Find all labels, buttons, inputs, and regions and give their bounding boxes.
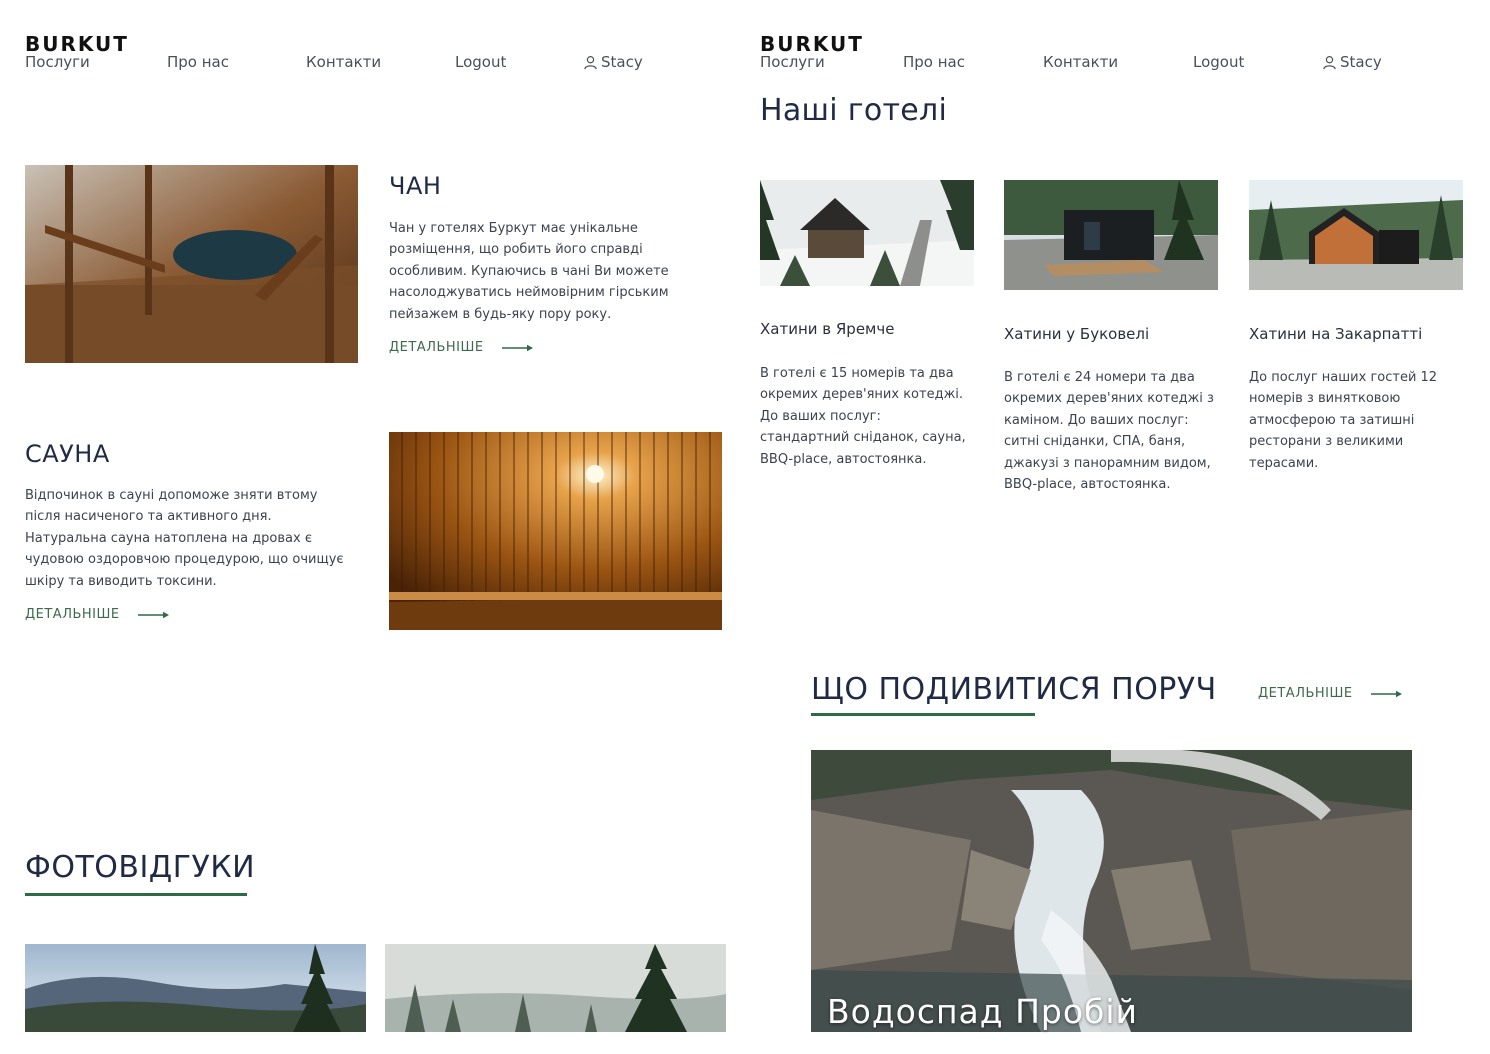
hotel-name-yaremche[interactable]: Хатини в Яремче [760,320,894,338]
logo-2[interactable]: BURKUT [760,34,864,54]
sauna-more-label: ДЕТАЛЬНІШЕ [25,607,120,622]
chan-more-label: ДЕТАЛЬНІШЕ [389,340,484,355]
user-name-2: Stacy [1340,53,1382,71]
arrow-right-icon [137,611,169,618]
hotel-text-bukovel: В готелі є 24 номери та два окремих дере… [1004,370,1214,493]
nav-contacts[interactable]: Контакти [306,53,381,71]
user-icon [584,55,597,69]
hotel-photo-yaremche[interactable] [760,180,974,286]
chan-more-link[interactable]: ДЕТАЛЬНІШЕ [389,340,534,355]
photo-reviews-underline [25,893,247,896]
nav-user-2[interactable]: Stacy [1322,53,1382,71]
review-photo-2[interactable] [385,944,726,1032]
nav-logout-2[interactable]: Logout [1193,53,1244,71]
hotel-photo-zakarpattia[interactable] [1249,180,1463,290]
hotel-name-zakarpattia[interactable]: Хатини на Закарпатті [1249,325,1422,343]
chan-title: ЧАН [389,172,442,200]
chan-text: Чан у готелях Буркут має унікальне розмі… [389,221,669,322]
nearby-underline [811,713,1035,716]
sauna-more-link[interactable]: ДЕТАЛЬНІШЕ [25,607,170,622]
sauna-photo [389,432,722,630]
nav-services-2[interactable]: Послуги [760,53,825,71]
nav-about-2[interactable]: Про нас [903,53,965,71]
waterfall-photo[interactable] [811,750,1412,1032]
hotel-text-zakarpattia: До послуг наших гостей 12 номерів з виня… [1249,370,1438,471]
nearby-more-link[interactable]: ДЕТАЛЬНІШЕ [1258,686,1403,701]
hotel-name-bukovel[interactable]: Хатини у Буковелі [1004,325,1149,343]
user-icon [1323,55,1336,69]
nearby-more-label: ДЕТАЛЬНІШЕ [1258,686,1353,701]
hotel-text-yaremche: В готелі є 15 номерів та два окремих дер… [760,366,966,467]
nav-logout[interactable]: Logout [455,53,506,71]
hotels-title: Наші готелі [760,93,948,128]
hotel-photo-bukovel[interactable] [1004,180,1218,290]
arrow-right-icon [1370,690,1402,697]
sauna-title: САУНА [25,440,110,468]
photo-reviews-title: ФОТОВІДГУКИ [25,850,256,885]
logo[interactable]: BURKUT [25,34,129,54]
nearby-title: ЩО ПОДИВИТИСЯ ПОРУЧ [811,672,1217,707]
sauna-text: Відпочинок в сауні допоможе зняти втому … [25,488,344,589]
review-photo-1[interactable] [25,944,366,1032]
user-name: Stacy [601,53,643,71]
nav-contacts-2[interactable]: Контакти [1043,53,1118,71]
nav-services[interactable]: Послуги [25,53,90,71]
arrow-right-icon [501,344,533,351]
nav-user[interactable]: Stacy [583,53,643,71]
nav-about[interactable]: Про нас [167,53,229,71]
waterfall-caption: Водоспад Пробій [827,992,1139,1031]
chan-photo [25,165,358,363]
